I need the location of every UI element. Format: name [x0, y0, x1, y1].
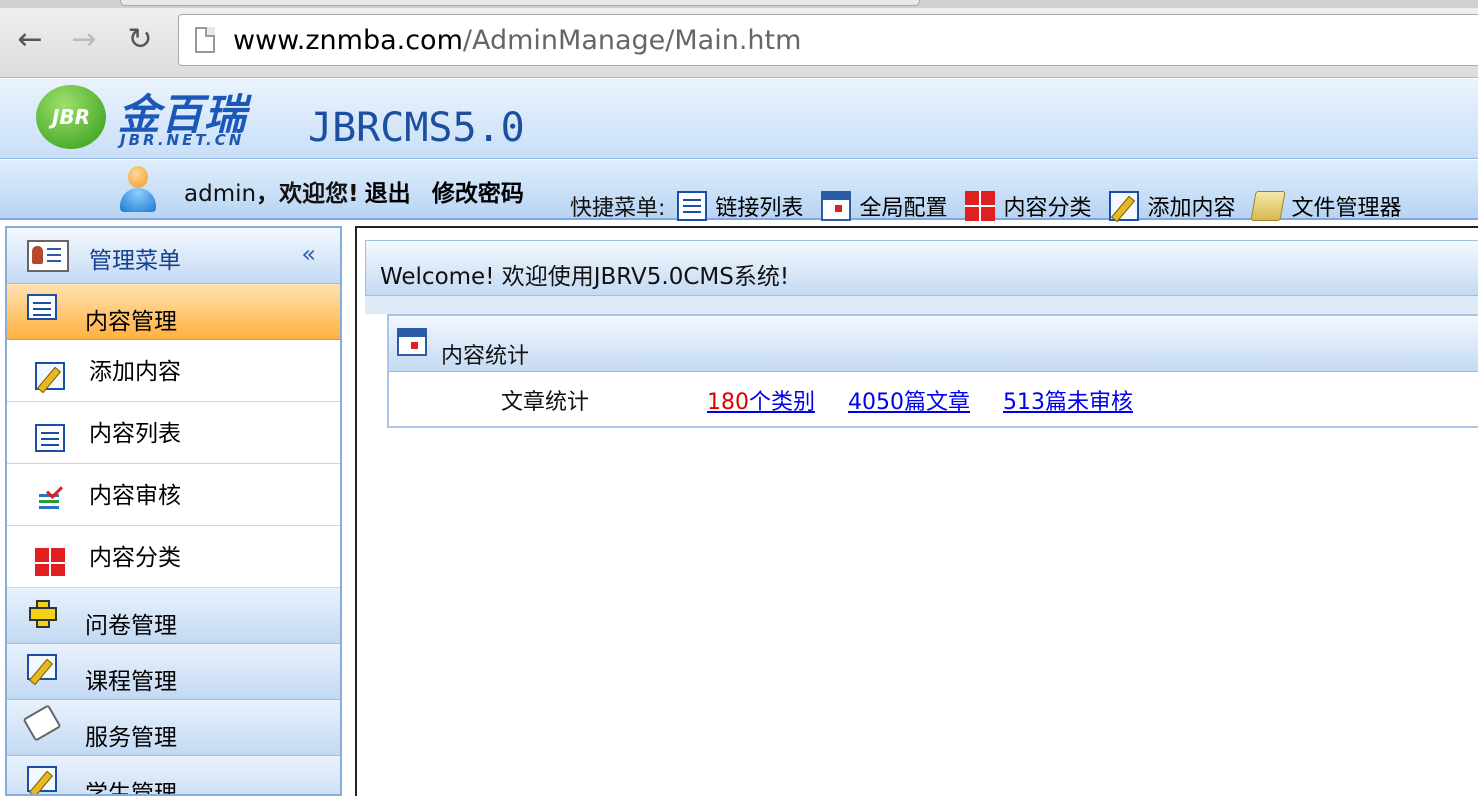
stats-label: 文章统计 — [501, 390, 590, 415]
category-count-link[interactable]: 180个类别 — [707, 390, 815, 415]
main-frame: Welcome! 欢迎使用JBRV5.0CMS系统! 内容统计 文章统计 180… — [355, 226, 1478, 796]
site-header: JBR 金百瑞 JBR.NET.CN JBRCMS5.0 — [0, 79, 1478, 159]
quick-item-label: 内容分类 — [1003, 196, 1092, 221]
welcome-divider — [365, 296, 1478, 314]
collapse-icon[interactable]: « — [301, 240, 316, 268]
sidebar-group-survey[interactable]: 问卷管理 — [7, 588, 340, 644]
sidebar-group-student[interactable]: 学生管理 — [7, 756, 340, 796]
page-icon — [195, 27, 215, 53]
welcome-text: ，欢迎您! — [256, 181, 359, 207]
panel-title: 内容统计 — [441, 344, 530, 369]
sidebar-group-label: 服务管理 — [85, 725, 177, 751]
list-icon — [27, 294, 57, 320]
user-avatar-icon — [120, 166, 156, 212]
address-bar[interactable]: www.znmba.com/AdminManage/Main.htm — [178, 14, 1478, 66]
user-card-icon — [27, 240, 69, 272]
url-path: /AdminManage/Main.htm — [462, 25, 802, 56]
sidebar-item-label: 内容审核 — [89, 483, 181, 509]
category-suffix: 个类别 — [749, 390, 816, 415]
sidebar-group-course[interactable]: 课程管理 — [7, 644, 340, 700]
brand-title: JBRCMS5.0 — [308, 105, 525, 151]
calendar-icon — [397, 328, 427, 356]
sidebar-group-label: 课程管理 — [85, 669, 177, 695]
sidebar-item-content-list[interactable]: 内容列表 — [7, 402, 340, 464]
sidebar-group-label: 内容管理 — [85, 309, 177, 335]
sidebar-header: 管理菜单 « — [7, 228, 340, 284]
username: admin — [184, 181, 257, 207]
edit-icon — [35, 362, 65, 390]
article-count-link[interactable]: 4050篇文章 — [848, 390, 970, 415]
sidebar-group-label: 学生管理 — [85, 781, 177, 796]
edit-icon — [27, 766, 57, 792]
stats-links: 180个类别 4050篇文章 513篇未审核 — [707, 384, 1159, 416]
sidebar-group-service[interactable]: 服务管理 — [7, 700, 340, 756]
quick-item-global-config[interactable]: 全局配置 — [821, 190, 947, 222]
list-icon — [35, 424, 65, 452]
quick-item-file-manager[interactable]: 文件管理器 — [1250, 190, 1402, 222]
edit-icon — [1109, 191, 1140, 221]
quick-item-label: 链接列表 — [715, 196, 804, 221]
url-host: www.znmba.com — [233, 25, 463, 56]
calendar-icon — [821, 191, 852, 221]
sidebar-item-label: 内容分类 — [89, 545, 181, 571]
back-arrow-icon[interactable]: ← — [12, 22, 48, 58]
grid-icon — [965, 191, 996, 221]
tab-strip — [0, 0, 1478, 8]
welcome-banner: Welcome! 欢迎使用JBRV5.0CMS系统! — [365, 240, 1478, 296]
browser-toolbar: ← → ↻ www.znmba.com/AdminManage/Main.htm — [0, 0, 1478, 78]
quick-item-add-content[interactable]: 添加内容 — [1109, 190, 1235, 222]
quick-item-label: 全局配置 — [859, 196, 948, 221]
sidebar-item-label: 添加内容 — [89, 359, 181, 385]
logout-link[interactable]: 退出 — [365, 181, 411, 207]
category-count: 180 — [707, 390, 749, 415]
plus-icon — [27, 598, 57, 628]
stats-row: 文章统计 180个类别 4050篇文章 513篇未审核 — [389, 372, 1478, 426]
sidebar-group-content[interactable]: 内容管理 — [7, 284, 340, 340]
quick-item-label: 添加内容 — [1147, 196, 1236, 221]
sidebar-item-label: 内容列表 — [89, 421, 181, 447]
sidebar-title: 管理菜单 — [89, 248, 181, 274]
browser-tab[interactable] — [120, 0, 920, 6]
folder-icon — [1250, 191, 1287, 221]
quick-menu: 快捷菜单: 链接列表 全局配置 内容分类 添加内容 文件管理器 — [570, 190, 1420, 222]
grid-icon — [35, 548, 65, 576]
tag-icon — [22, 704, 62, 742]
sidebar-item-content-category[interactable]: 内容分类 — [7, 526, 340, 588]
quick-item-link-list[interactable]: 链接列表 — [677, 190, 803, 222]
quick-item-label: 文件管理器 — [1291, 196, 1402, 221]
logo-badge: JBR — [36, 85, 106, 149]
url-text[interactable]: www.znmba.com/AdminManage/Main.htm — [233, 25, 801, 56]
sidebar: 管理菜单 « 内容管理 添加内容 内容列表 内容审核 内容分类 问卷管理 课程管… — [5, 226, 342, 796]
check-list-icon — [35, 486, 65, 514]
edit-icon — [27, 654, 57, 680]
quick-menu-label: 快捷菜单: — [570, 196, 666, 221]
forward-arrow-icon[interactable]: → — [66, 22, 102, 58]
sidebar-item-add-content[interactable]: 添加内容 — [7, 340, 340, 402]
logo-subtext: JBR.NET.CN — [120, 131, 245, 149]
pending-review-link[interactable]: 513篇未审核 — [1003, 390, 1133, 415]
greeting: admin，欢迎您! 退出 修改密码 — [184, 174, 524, 208]
user-bar: admin，欢迎您! 退出 修改密码 快捷菜单: 链接列表 全局配置 内容分类 添… — [0, 160, 1478, 222]
content-stats-panel: 内容统计 文章统计 180个类别 4050篇文章 513篇未审核 — [387, 314, 1478, 428]
quick-item-content-category[interactable]: 内容分类 — [965, 190, 1091, 222]
change-password-link[interactable]: 修改密码 — [432, 181, 524, 207]
panel-header: 内容统计 — [389, 316, 1478, 372]
reload-icon[interactable]: ↻ — [122, 22, 158, 58]
list-icon — [677, 191, 708, 221]
sidebar-group-label: 问卷管理 — [85, 613, 177, 639]
sidebar-item-content-review[interactable]: 内容审核 — [7, 464, 340, 526]
